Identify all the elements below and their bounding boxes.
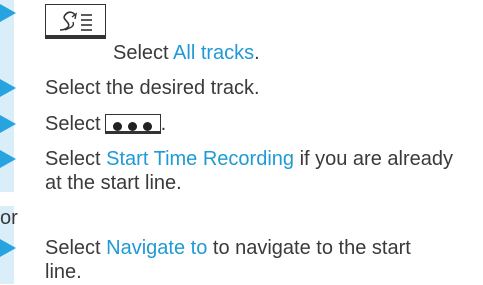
step-4-prefix: Select bbox=[45, 148, 107, 170]
or-separator: or bbox=[0, 207, 18, 229]
step-2-label: Select the desired track. bbox=[45, 77, 260, 99]
triangle-arrow-icon bbox=[0, 239, 16, 257]
step-3-suffix: . bbox=[160, 113, 167, 135]
dot-icon bbox=[142, 122, 152, 131]
step-3-text: Select. bbox=[45, 111, 166, 137]
step-5-continuation: line. bbox=[45, 261, 82, 283]
triangle-arrow-icon bbox=[0, 79, 16, 97]
step-4-line-1: Select Start Time Recording if you are a… bbox=[45, 146, 453, 172]
step-4-suffix: if you are already bbox=[294, 148, 453, 170]
dot-icon bbox=[127, 122, 137, 131]
step-1-suffix: . bbox=[254, 42, 260, 64]
triangle-arrow-icon bbox=[0, 4, 16, 22]
step-1-prefix: Select bbox=[113, 42, 174, 64]
triangle-arrow-icon bbox=[0, 115, 16, 133]
step-5-prefix: Select bbox=[45, 237, 107, 259]
step-4-continuation: at the start line. bbox=[45, 172, 182, 194]
step-3-prefix: Select bbox=[45, 113, 101, 135]
more-options-key-icon bbox=[104, 114, 161, 134]
step-5-suffix: to navigate to the start bbox=[207, 237, 411, 259]
triangle-arrow-icon bbox=[0, 150, 16, 168]
step-4-line-2: at the start line. bbox=[45, 170, 182, 196]
navigate-to-link[interactable]: Navigate to bbox=[106, 237, 207, 259]
step-5-line-2: line. bbox=[45, 259, 82, 285]
start-time-recording-link[interactable]: Start Time Recording bbox=[106, 148, 294, 170]
step-1-text: Select All tracks. bbox=[113, 40, 260, 66]
step-5-line-1: Select Navigate to to navigate to the st… bbox=[45, 235, 411, 261]
dot-icon bbox=[112, 122, 122, 131]
all-tracks-link[interactable]: All tracks bbox=[173, 42, 254, 64]
step-2-text: Select the desired track. bbox=[45, 75, 260, 101]
route-menu-key-icon bbox=[45, 4, 106, 39]
